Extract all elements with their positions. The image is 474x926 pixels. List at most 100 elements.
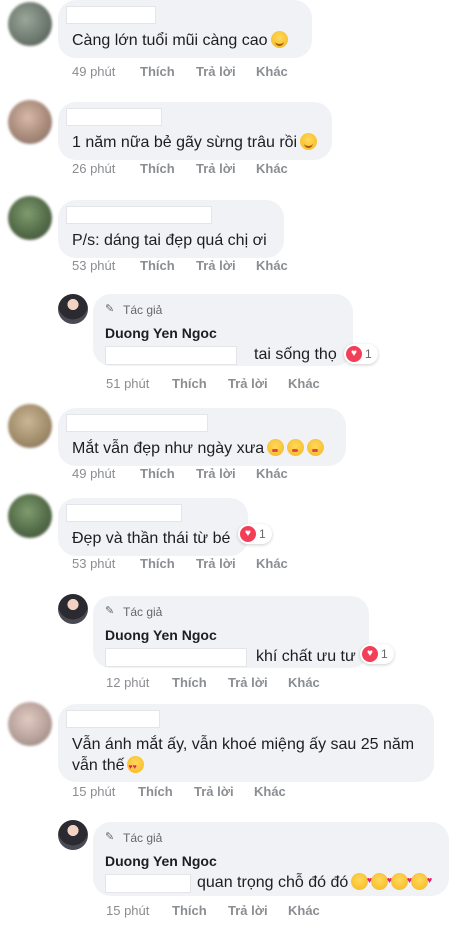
author-tag: Tác giả bbox=[123, 831, 163, 845]
mentioned-user[interactable] bbox=[105, 648, 247, 667]
more-button[interactable]: Khác bbox=[256, 556, 288, 571]
comment-meta: 15 phút Thích Trả lời Khác bbox=[72, 784, 332, 800]
reply-button[interactable]: Trả lời bbox=[194, 784, 234, 799]
timestamp: 51 phút bbox=[106, 376, 150, 391]
heart-reaction-icon: ♥ bbox=[362, 646, 378, 662]
comment-text-line: Vẫn ánh mắt ấy, vẫn khoé miệng ấy sau 25… bbox=[72, 734, 414, 755]
avatar[interactable] bbox=[8, 494, 52, 538]
heart-reaction-icon: ♥ bbox=[240, 526, 256, 542]
comment: 1 năm nữa bẻ gãy sừng trâu rồi 26 phút T… bbox=[0, 96, 474, 186]
more-button[interactable]: Khác bbox=[256, 64, 288, 79]
mentioned-user[interactable] bbox=[105, 346, 237, 365]
pencil-icon: ✎ bbox=[105, 605, 115, 617]
author-tag: Tác giả bbox=[123, 605, 163, 619]
comment-text: 1 năm nữa bẻ gãy sừng trâu rồi bbox=[72, 132, 318, 153]
reply-button[interactable]: Trả lời bbox=[196, 64, 236, 79]
reply-button[interactable]: Trả lời bbox=[228, 903, 268, 918]
like-button[interactable]: Thích bbox=[172, 675, 207, 690]
comment-text-content: Càng lớn tuổi mũi càng cao bbox=[72, 32, 268, 49]
avatar[interactable] bbox=[8, 100, 52, 144]
comment-text: Càng lớn tuổi mũi càng cao bbox=[72, 30, 288, 51]
timestamp: 49 phút bbox=[72, 466, 116, 481]
comment-text: Mắt vẫn đẹp như ngày xưa bbox=[72, 438, 325, 459]
comment-bubble: Càng lớn tuổi mũi càng cao bbox=[58, 0, 312, 58]
comment-text-content: vẫn thế bbox=[72, 757, 125, 774]
smiling-face-icon bbox=[270, 31, 288, 48]
comment: Mắt vẫn đẹp như ngày xưa 49 phút Thích T… bbox=[0, 404, 474, 492]
reply-text: quan trọng chỗ đó đó bbox=[197, 870, 432, 893]
commenter-name[interactable] bbox=[66, 710, 160, 728]
reaction-count: 1 bbox=[365, 347, 372, 361]
kissing-face-icon bbox=[307, 439, 325, 456]
comment-bubble: 1 năm nữa bẻ gãy sừng trâu rồi bbox=[58, 102, 332, 160]
timestamp: 26 phút bbox=[72, 161, 116, 176]
laughing-face-icon bbox=[300, 133, 318, 150]
comment-text-line: vẫn thế bbox=[72, 755, 145, 778]
like-button[interactable]: Thích bbox=[172, 903, 207, 918]
commenter-name[interactable] bbox=[66, 206, 212, 224]
reaction-badge[interactable]: ♥ 1 bbox=[344, 344, 378, 364]
author-name[interactable]: Duong Yen Ngoc bbox=[105, 627, 217, 643]
comment-bubble: Đẹp và thần thái từ bé bbox=[58, 498, 248, 556]
like-button[interactable]: Thích bbox=[140, 258, 175, 273]
author-avatar[interactable] bbox=[58, 594, 88, 624]
like-button[interactable]: Thích bbox=[172, 376, 207, 391]
timestamp: 53 phút bbox=[72, 556, 116, 571]
reaction-badge[interactable]: ♥ 1 bbox=[360, 644, 394, 664]
reaction-badge[interactable]: ♥ 1 bbox=[238, 524, 272, 544]
pencil-icon: ✎ bbox=[105, 303, 115, 315]
like-button[interactable]: Thích bbox=[140, 161, 175, 176]
commenter-name[interactable] bbox=[66, 108, 162, 126]
comment-text: Đẹp và thần thái từ bé bbox=[72, 528, 230, 549]
like-button[interactable]: Thích bbox=[140, 466, 175, 481]
commenter-name[interactable] bbox=[66, 414, 208, 432]
comment-meta: 49 phút Thích Trả lời Khác bbox=[72, 466, 332, 482]
reply-button[interactable]: Trả lời bbox=[196, 258, 236, 273]
reply-button[interactable]: Trả lời bbox=[196, 466, 236, 481]
avatar[interactable] bbox=[8, 404, 52, 448]
more-button[interactable]: Khác bbox=[256, 161, 288, 176]
like-button[interactable]: Thích bbox=[140, 64, 175, 79]
smiling-hearts-face-icon bbox=[411, 870, 432, 891]
reply-button[interactable]: Trả lời bbox=[228, 376, 268, 391]
more-button[interactable]: Khác bbox=[288, 376, 320, 391]
avatar[interactable] bbox=[8, 2, 52, 46]
mentioned-user[interactable] bbox=[105, 874, 191, 893]
author-avatar[interactable] bbox=[58, 820, 88, 850]
like-button[interactable]: Thích bbox=[140, 556, 175, 571]
smiling-hearts-face-icon bbox=[391, 870, 412, 891]
comment-text-content: 1 năm nữa bẻ gãy sừng trâu rồi bbox=[72, 134, 298, 151]
author-avatar[interactable] bbox=[58, 294, 88, 324]
reply-text: tai sống thọ bbox=[254, 346, 337, 363]
reply-comment: ✎ Tác giả Duong Yen Ngoc tai sống thọ ♥ … bbox=[0, 292, 474, 396]
commenter-name[interactable] bbox=[66, 504, 182, 522]
heart-reaction-icon: ♥ bbox=[346, 346, 362, 362]
avatar[interactable] bbox=[8, 702, 52, 746]
author-name[interactable]: Duong Yen Ngoc bbox=[105, 325, 217, 341]
kissing-face-icon bbox=[267, 439, 285, 456]
more-button[interactable]: Khác bbox=[288, 903, 320, 918]
timestamp: 53 phút bbox=[72, 258, 116, 273]
commenter-name[interactable] bbox=[66, 6, 156, 24]
smiling-hearts-face-icon bbox=[351, 870, 372, 891]
reply-button[interactable]: Trả lời bbox=[196, 556, 236, 571]
reaction-count: 1 bbox=[381, 647, 388, 661]
like-button[interactable]: Thích bbox=[138, 784, 173, 799]
more-button[interactable]: Khác bbox=[254, 784, 286, 799]
author-name[interactable]: Duong Yen Ngoc bbox=[105, 853, 217, 869]
more-button[interactable]: Khác bbox=[256, 258, 288, 273]
comment-text-content: Đẹp và thần thái từ bé bbox=[72, 530, 231, 547]
more-button[interactable]: Khác bbox=[256, 466, 288, 481]
timestamp: 15 phút bbox=[72, 784, 116, 799]
comment-text-content: Vẫn ánh mắt ấy, vẫn khoé miệng ấy sau 25… bbox=[72, 736, 415, 753]
reply-text: khí chất ưu tư bbox=[256, 648, 356, 665]
reply-bubble: ✎ Tác giả Duong Yen Ngoc quan trọng chỗ … bbox=[93, 822, 449, 896]
heart-eyes-face-icon bbox=[127, 756, 145, 778]
reply-bubble: ✎ Tác giả Duong Yen Ngoc khí chất ưu tư bbox=[93, 596, 369, 668]
kissing-face-icon bbox=[287, 439, 305, 456]
more-button[interactable]: Khác bbox=[288, 675, 320, 690]
reply-button[interactable]: Trả lời bbox=[196, 161, 236, 176]
reply-button[interactable]: Trả lời bbox=[228, 675, 268, 690]
author-tag: Tác giả bbox=[123, 303, 163, 317]
avatar[interactable] bbox=[8, 196, 52, 240]
